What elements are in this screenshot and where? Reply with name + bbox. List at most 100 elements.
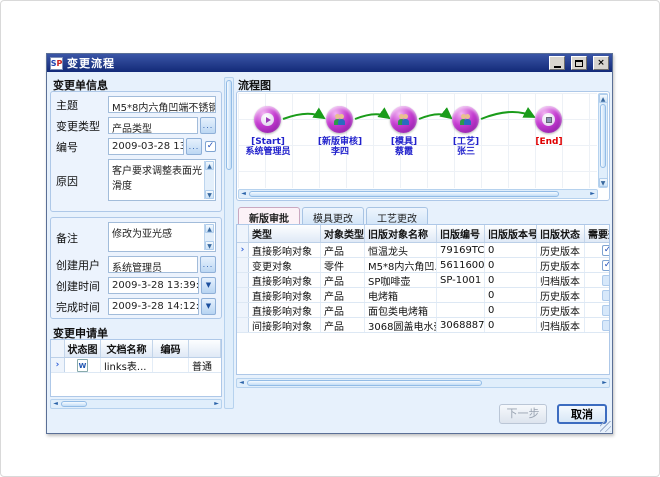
scroll-up-icon[interactable]: ▲	[205, 224, 214, 233]
finish-time-input[interactable]: 2009-3-28 14:12:50	[108, 298, 199, 315]
close-button[interactable]: ×	[593, 56, 609, 70]
table-row[interactable]: 变更对象 零件 M5*8内六角凹... 5611600 0 历史版本 M5*8	[237, 258, 609, 273]
flow-label-start: [Start]系统管理员	[245, 137, 290, 157]
scroll-down-icon[interactable]: ▼	[205, 241, 214, 250]
upgrade-checkbox[interactable]	[602, 290, 610, 301]
header-status-icon[interactable]: 状态图	[65, 340, 101, 357]
create-time-input[interactable]: 2009-3-28 13:39:01	[108, 277, 199, 294]
change-type-label: 变更类型	[56, 118, 108, 134]
subject-input[interactable]: M5*8内六角凹端不锈钢紧固螺钉	[108, 96, 216, 113]
maximize-icon	[575, 60, 583, 67]
upgrade-checkbox[interactable]	[602, 275, 610, 286]
upgrade-checkbox[interactable]	[602, 305, 610, 316]
scrollbar-thumb[interactable]	[247, 380, 482, 386]
reason-textarea[interactable]: 客户要求调整表面光滑度 ▲ ▼	[108, 159, 216, 201]
header-old-ver[interactable]: 旧版版本号	[485, 225, 537, 242]
old-ver-cell: 0	[485, 303, 537, 317]
minimize-button[interactable]	[549, 56, 565, 70]
header-selector-cell	[51, 340, 65, 357]
header-old-code[interactable]: 旧版编号	[437, 225, 485, 242]
upgrade-cell	[585, 318, 610, 332]
table-row[interactable]: 直接影响对象 产品 电烤箱 0 历史版本	[237, 288, 609, 303]
remark-text: 修改为亚光感	[112, 229, 172, 240]
flow-node-review[interactable]	[326, 106, 353, 133]
scroll-left-icon[interactable]: ◄	[239, 190, 248, 198]
tab-strip: 新版审批 模具更改 工艺更改	[238, 207, 428, 224]
old-name-cell: 恒温龙头	[365, 243, 437, 257]
flow-chart-box: [Start]系统管理员 [新版审核]李四 [模具]蔡霞 [工艺]张三 [End…	[236, 91, 610, 201]
scroll-right-icon[interactable]: ►	[600, 379, 609, 387]
scroll-left-icon[interactable]: ◄	[51, 400, 60, 408]
scroll-up-icon[interactable]: ▲	[205, 161, 214, 170]
tab-new-version-approval[interactable]: 新版审批	[238, 207, 300, 224]
change-type-input[interactable]: 产品类型	[108, 117, 198, 134]
number-label: 编号	[56, 139, 108, 155]
number-input[interactable]: 2009-03-28 13:39:01	[108, 138, 184, 155]
window-titlebar[interactable]: SP 变更流程 ×	[47, 54, 612, 72]
flow-hscrollbar[interactable]: ◄ ►	[238, 189, 598, 199]
remark-scrollbar[interactable]: ▲ ▼	[204, 224, 214, 250]
old-code-cell: 3068887	[437, 318, 485, 332]
scrollbar-thumb[interactable]	[249, 191, 559, 197]
request-table-header: 状态图 文档名称 编码	[51, 340, 221, 358]
scrollbar-thumb[interactable]	[600, 104, 606, 168]
reason-scrollbar[interactable]: ▲ ▼	[204, 161, 214, 199]
resize-grip[interactable]	[600, 421, 611, 432]
doc-name-cell: links表...	[101, 358, 153, 372]
grid-hscrollbar[interactable]: ◄ ►	[236, 378, 610, 388]
table-row[interactable]: › 直接影响对象 产品 恒温龙头 79169TC 0 历史版本	[237, 243, 609, 258]
next-button[interactable]: 下一步	[499, 404, 547, 424]
type-cell: 间接影响对象	[249, 318, 321, 332]
scroll-down-icon[interactable]: ▼	[205, 190, 214, 199]
upgrade-cell	[585, 303, 610, 317]
scroll-up-icon[interactable]: ▲	[599, 94, 608, 103]
tab-craft-change[interactable]: 工艺更改	[366, 207, 428, 224]
header-old-status[interactable]: 旧版状态	[537, 225, 585, 242]
upgrade-checkbox[interactable]	[602, 320, 610, 331]
request-table-hscrollbar[interactable]: ◄ ►	[50, 399, 222, 409]
maximize-button[interactable]	[571, 56, 587, 70]
header-type[interactable]: 类型	[249, 225, 321, 242]
creator-ellipsis-button[interactable]: ...	[200, 256, 216, 273]
change-process-window: SP 变更流程 × 变更单信息 主题 M5*8内六角凹端不锈钢紧固螺钉 变更类型…	[46, 53, 613, 434]
scrollbar-thumb[interactable]	[226, 80, 232, 170]
flow-vscrollbar[interactable]: ▲ ▼	[598, 93, 608, 188]
old-code-cell: 5611600	[437, 258, 485, 272]
scroll-right-icon[interactable]: ►	[588, 190, 597, 198]
scroll-right-icon[interactable]: ►	[212, 400, 221, 408]
scroll-left-icon[interactable]: ◄	[237, 379, 246, 387]
header-obj-type[interactable]: 对象类型	[321, 225, 365, 242]
number-ellipsis-button[interactable]: ...	[186, 138, 202, 155]
old-code-cell: SP-1001	[437, 273, 485, 287]
header-old-name[interactable]: 旧版对象名称	[365, 225, 437, 242]
scrollbar-thumb[interactable]	[61, 401, 87, 407]
flow-label-end: [End]	[535, 137, 562, 147]
table-row[interactable]: 间接影响对象 产品 3068圆盖电水壶 3068887 0 归档版本	[237, 318, 609, 333]
create-time-dropdown-button[interactable]: ▼	[201, 277, 216, 294]
upgrade-checkbox[interactable]	[602, 260, 610, 271]
old-ver-cell: 0	[485, 258, 537, 272]
left-panel-vscrollbar[interactable]	[224, 77, 234, 409]
table-row[interactable]: 直接影响对象 产品 SP咖啡壶 SP-1001 0 归档版本 SP咖	[237, 273, 609, 288]
tab-mold-change[interactable]: 模具更改	[302, 207, 364, 224]
type-cell: 变更对象	[249, 258, 321, 272]
number-checkbox[interactable]	[205, 141, 216, 152]
finish-time-dropdown-button[interactable]: ▼	[201, 298, 216, 315]
flow-node-end[interactable]	[535, 106, 562, 133]
upgrade-checkbox[interactable]	[602, 245, 610, 256]
header-code[interactable]: 编码	[153, 340, 189, 357]
flow-node-mold[interactable]	[390, 106, 417, 133]
creator-input[interactable]: 系统管理员	[108, 256, 198, 273]
table-row[interactable]: › W links表... 普通	[51, 358, 221, 373]
row-selector-cell	[237, 273, 249, 287]
remark-textarea[interactable]: 修改为亚光感 ▲ ▼	[108, 222, 216, 252]
header-upgrade[interactable]: 需要升版	[585, 225, 610, 242]
flow-node-craft[interactable]	[452, 106, 479, 133]
scroll-down-icon[interactable]: ▼	[599, 178, 608, 187]
row-selector-cell	[237, 288, 249, 302]
flow-node-start[interactable]	[254, 106, 281, 133]
table-row[interactable]: 直接影响对象 产品 面包类电烤箱 0 历史版本	[237, 303, 609, 318]
header-doc-name[interactable]: 文档名称	[101, 340, 153, 357]
change-type-ellipsis-button[interactable]: ...	[200, 117, 216, 134]
flow-canvas[interactable]: [Start]系统管理员 [新版审核]李四 [模具]蔡霞 [工艺]张三 [End…	[238, 93, 597, 188]
